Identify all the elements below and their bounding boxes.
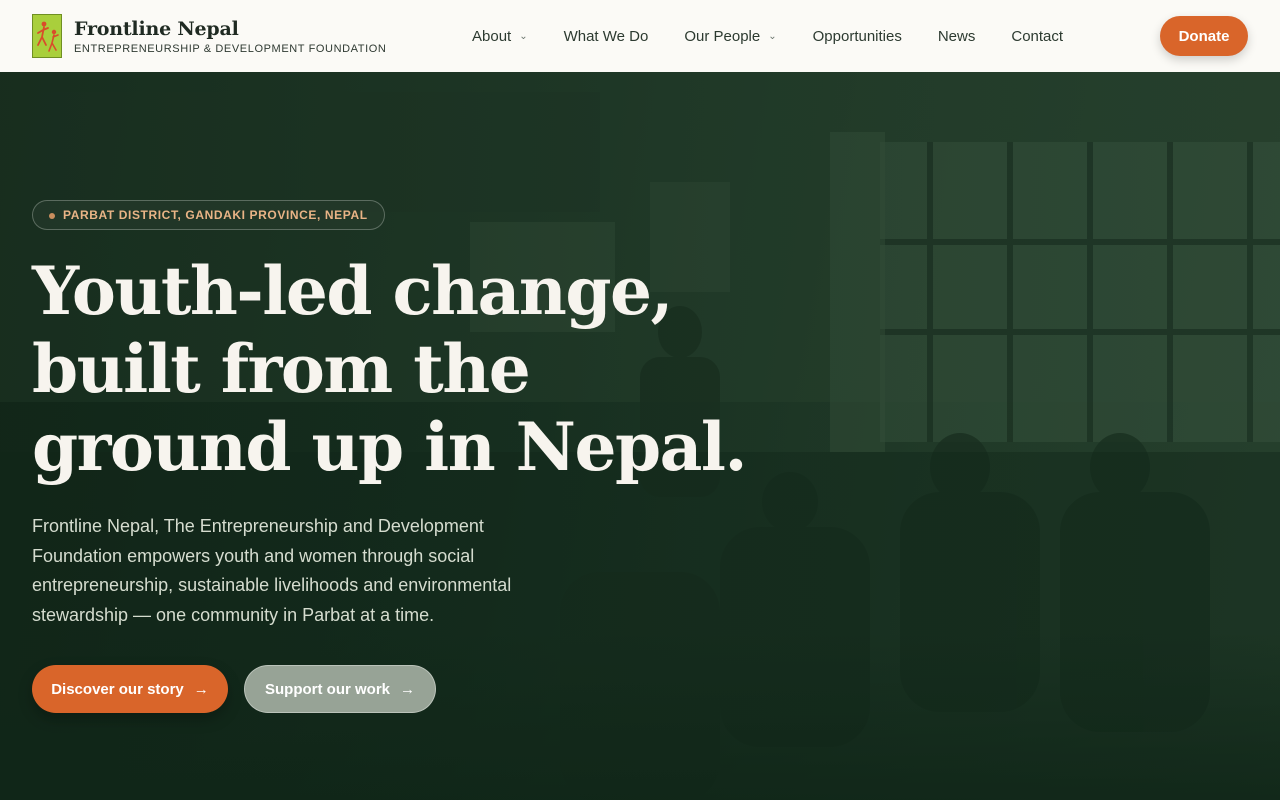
hero-section: PARBAT DISTRICT, GANDAKI PROVINCE, NEPAL… xyxy=(0,72,1280,800)
hero-lead-text: Frontline Nepal, The Entrepreneurship an… xyxy=(32,516,512,625)
brand-name: Frontline Nepal xyxy=(74,17,239,40)
arrow-right-icon: → xyxy=(193,680,209,698)
logo-icon[interactable] xyxy=(32,14,62,58)
nav-item-label: What We Do xyxy=(563,27,649,45)
headline-line: built from the xyxy=(32,330,531,408)
hero-bottom-fade xyxy=(0,632,1280,800)
nav-item-label: About xyxy=(472,27,512,45)
nav-item-label: News xyxy=(937,27,976,45)
chevron-down-icon: ⌄ xyxy=(519,30,528,42)
donate-button[interactable]: Donate xyxy=(1160,16,1248,56)
location-badge: PARBAT DISTRICT, GANDAKI PROVINCE, NEPAL xyxy=(32,200,385,230)
nav-item-label: Contact xyxy=(1011,27,1064,45)
main-nav: About ⌄ What We Do Our People ⌄ Opportun… xyxy=(472,0,1099,72)
dot-icon xyxy=(49,213,55,219)
button-label: Discover our story xyxy=(51,680,184,698)
nav-item-about[interactable]: About ⌄ xyxy=(472,28,528,45)
nav-item-opportunities[interactable]: Opportunities xyxy=(813,28,902,45)
headline-line: ground up in Nepal. xyxy=(32,408,747,486)
headline-line: Youth-led change, xyxy=(32,252,673,330)
arrow-right-icon: → xyxy=(400,680,415,698)
location-badge-label: PARBAT DISTRICT, GANDAKI PROVINCE, NEPAL xyxy=(63,208,368,222)
nav-item-news[interactable]: News xyxy=(938,28,976,45)
nav-item-what-we-do[interactable]: What We Do xyxy=(564,28,649,45)
discover-story-button[interactable]: Discover our story → xyxy=(32,665,228,713)
support-work-button[interactable]: Support our work → xyxy=(244,665,436,713)
nav-item-label: Opportunities xyxy=(812,27,902,45)
hero-headline: Youth-led change, built from the ground … xyxy=(32,252,747,486)
nav-item-contact[interactable]: Contact xyxy=(1011,28,1063,45)
nav-item-label: Our People xyxy=(684,27,761,45)
chevron-down-icon: ⌄ xyxy=(768,30,777,42)
site-header: Frontline Nepal ENTREPRENEURSHIP & DEVEL… xyxy=(0,0,1280,72)
brand-tagline: ENTREPRENEURSHIP & DEVELOPMENT FOUNDATIO… xyxy=(74,42,387,55)
button-label: Support our work xyxy=(265,680,390,698)
brand[interactable]: Frontline Nepal ENTREPRENEURSHIP & DEVEL… xyxy=(74,18,386,55)
nav-item-our-people[interactable]: Our People ⌄ xyxy=(684,28,776,45)
